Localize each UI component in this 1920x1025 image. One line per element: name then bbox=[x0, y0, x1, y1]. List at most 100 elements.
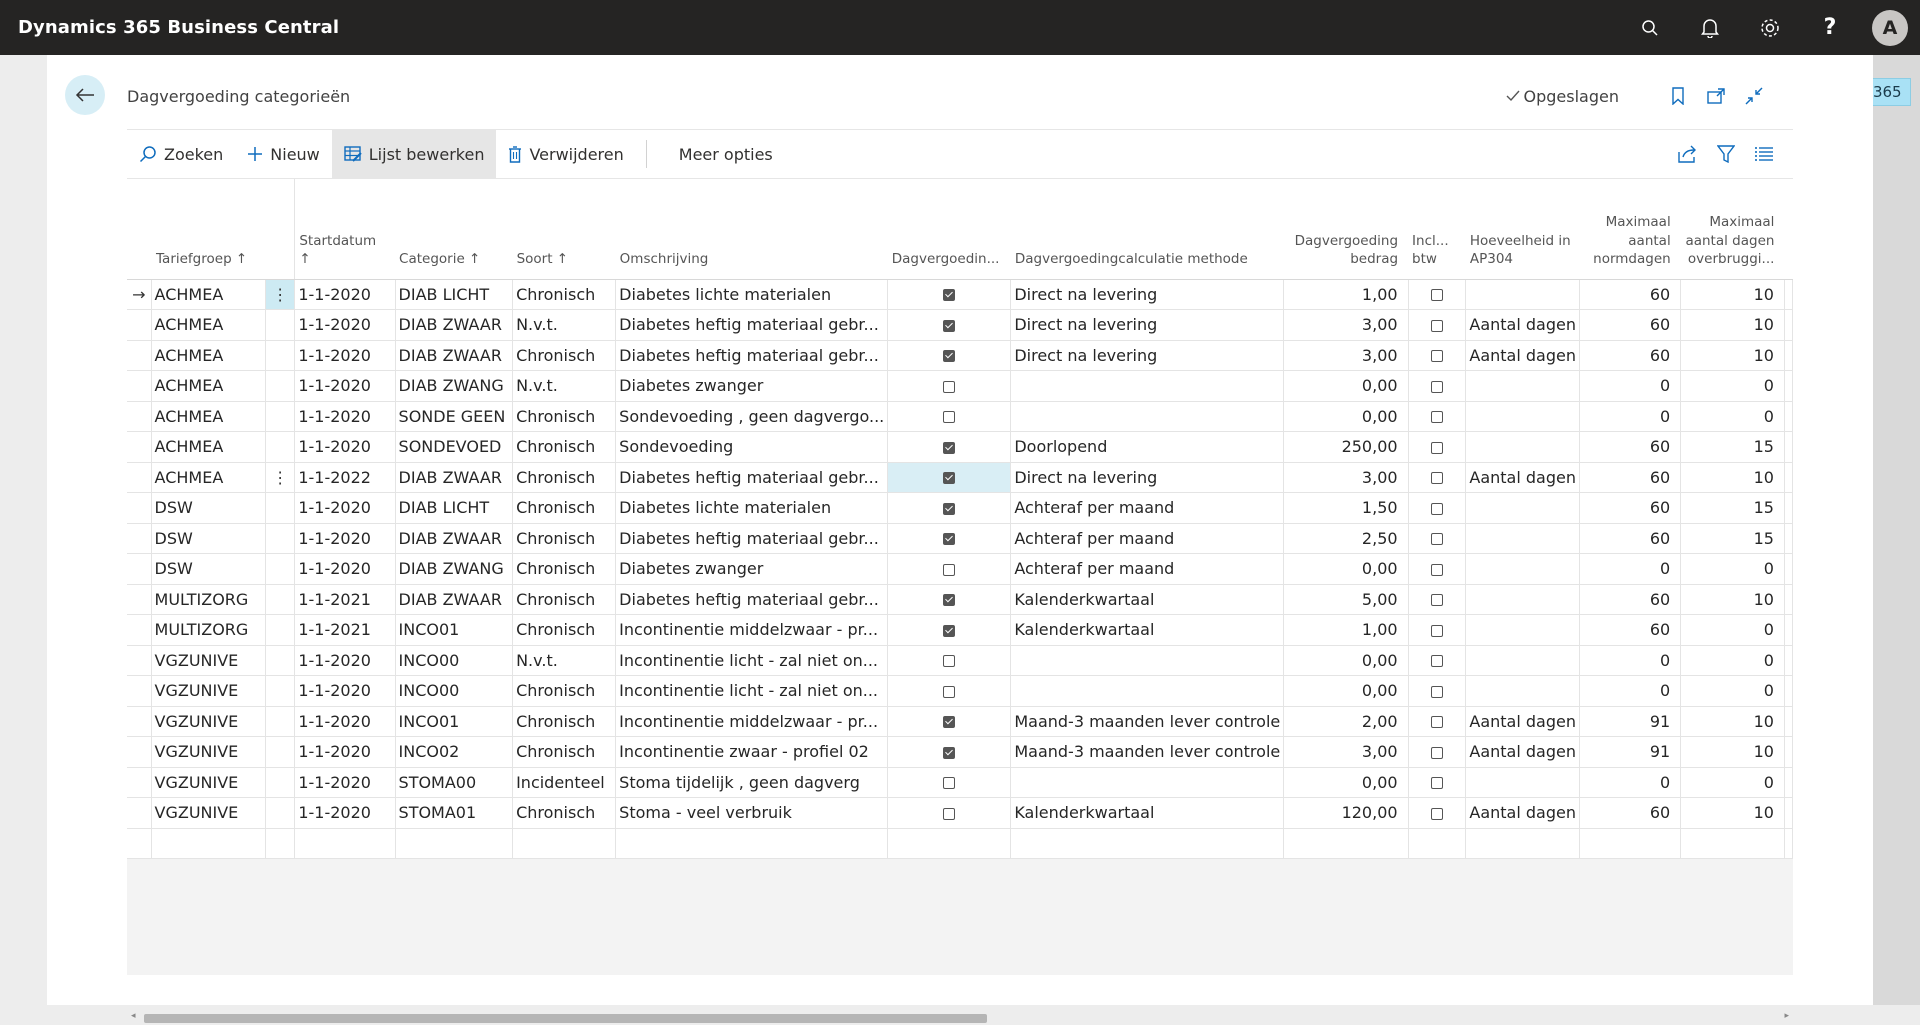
table-row[interactable]: ACHMEA 1-1-2020 DIAB ZWANG N.v.t. Diabetes z… bbox=[127, 370, 1794, 402]
row-actions-menu[interactable] bbox=[265, 797, 296, 829]
checkbox-checked[interactable] bbox=[943, 746, 956, 759]
table-row[interactable]: VGZUNIVE 1-1-2020 INCO00 N.v.t. Incontinenti… bbox=[127, 645, 1794, 676]
cell-tariefgroep[interactable]: VGZUNIVE bbox=[151, 645, 267, 676]
list-view-icon[interactable] bbox=[1745, 130, 1783, 178]
cell-btw[interactable] bbox=[1408, 462, 1467, 493]
app-title[interactable]: Dynamics 365 Business Central bbox=[18, 17, 339, 38]
cell-bedrag[interactable]: 1,00 bbox=[1283, 614, 1409, 646]
cell-btw[interactable] bbox=[1408, 370, 1467, 402]
empty-cell[interactable] bbox=[1579, 828, 1682, 859]
row-actions-menu[interactable] bbox=[265, 706, 296, 737]
delete-button[interactable]: Verwijderen bbox=[496, 130, 635, 178]
cell-bedrag[interactable]: 0,00 bbox=[1283, 553, 1409, 585]
cell-btw[interactable] bbox=[1408, 340, 1467, 371]
cell-omschrijving[interactable]: Sondevoeding , geen dagvergo... bbox=[615, 401, 889, 432]
checkbox-unchecked[interactable] bbox=[1430, 472, 1443, 485]
row-actions-menu[interactable] bbox=[265, 645, 296, 676]
settings-gear-icon[interactable] bbox=[1740, 0, 1800, 55]
cell-tariefgroep[interactable]: ACHMEA bbox=[151, 462, 267, 493]
checkbox-unchecked[interactable] bbox=[1430, 746, 1443, 759]
checkbox-checked[interactable] bbox=[943, 502, 956, 515]
checkbox-checked[interactable] bbox=[943, 594, 956, 607]
filter-icon[interactable] bbox=[1707, 130, 1745, 178]
checkbox-unchecked[interactable] bbox=[1430, 624, 1443, 637]
cell-hoeveelheid[interactable] bbox=[1465, 492, 1580, 524]
cell-omschrijving[interactable]: Stoma - veel verbruik bbox=[615, 797, 889, 829]
cell-tariefgroep[interactable]: ACHMEA bbox=[151, 370, 267, 402]
cell-hoeveelheid[interactable] bbox=[1465, 584, 1580, 615]
cell-soort[interactable]: Chronisch bbox=[512, 492, 617, 524]
cell-overbrugging[interactable]: 0 bbox=[1680, 675, 1785, 707]
cell-normdagen[interactable]: 0 bbox=[1579, 645, 1682, 676]
cell-hoeveelheid[interactable] bbox=[1465, 553, 1580, 585]
cell-overbrugging[interactable]: 0 bbox=[1680, 553, 1785, 585]
scroll-left-arrow-icon[interactable]: ◂ bbox=[131, 1011, 136, 1021]
cell-categorie[interactable]: DIAB ZWAAR bbox=[395, 340, 514, 371]
checkbox-unchecked[interactable] bbox=[943, 685, 956, 698]
cell-normdagen[interactable]: 91 bbox=[1579, 706, 1682, 737]
row-actions-menu[interactable]: ⋮ bbox=[265, 279, 296, 310]
checkbox-unchecked[interactable] bbox=[1430, 411, 1443, 424]
table-row[interactable]: DSW 1-1-2020 DIAB ZWANG Chronisch Diabetes z… bbox=[127, 553, 1794, 585]
cell-categorie[interactable]: SONDE GEEN bbox=[395, 401, 514, 432]
checkbox-unchecked[interactable] bbox=[1430, 777, 1443, 790]
cell-startdatum[interactable]: 1-1-2020 bbox=[294, 675, 396, 707]
cell-methode[interactable] bbox=[1010, 645, 1285, 676]
cell-methode[interactable]: Kalenderkwartaal bbox=[1010, 584, 1285, 615]
cell-methode[interactable]: Direct na levering bbox=[1010, 309, 1285, 341]
new-button[interactable]: Nieuw bbox=[235, 130, 331, 178]
cell-tariefgroep[interactable]: DSW bbox=[151, 523, 267, 554]
row-actions-menu[interactable] bbox=[265, 401, 296, 432]
cell-bedrag[interactable]: 0,00 bbox=[1283, 370, 1409, 402]
cell-startdatum[interactable]: 1-1-2020 bbox=[294, 340, 396, 371]
cell-hoeveelheid[interactable]: Aantal dagen bbox=[1465, 736, 1580, 768]
checkbox-unchecked[interactable] bbox=[943, 655, 956, 668]
cell-tariefgroep[interactable]: ACHMEA bbox=[151, 340, 267, 371]
checkbox-unchecked[interactable] bbox=[1430, 807, 1443, 820]
cell-methode[interactable]: Achteraf per maand bbox=[1010, 553, 1285, 585]
cell-methode[interactable] bbox=[1010, 401, 1285, 432]
cell-categorie[interactable]: INCO02 bbox=[395, 736, 514, 768]
column-header-bedrag[interactable]: Dagvergoeding bedrag bbox=[1283, 179, 1409, 280]
row-actions-menu[interactable] bbox=[265, 553, 296, 585]
cell-soort[interactable]: Chronisch bbox=[512, 340, 617, 371]
cell-btw[interactable] bbox=[1408, 675, 1467, 707]
checkbox-unchecked[interactable] bbox=[1430, 563, 1443, 576]
cell-categorie[interactable]: STOMA00 bbox=[395, 767, 514, 798]
column-header-dagvergoeding[interactable]: Dagvergoedin... bbox=[887, 179, 1011, 280]
cell-normdagen[interactable]: 60 bbox=[1579, 584, 1682, 615]
table-row[interactable]: ACHMEA ⋮ 1-1-2022 DIAB ZWAAR Chronisch Diabet… bbox=[127, 462, 1794, 493]
cell-categorie[interactable]: DIAB ZWAAR bbox=[395, 523, 514, 554]
cell-dagvergoeding[interactable] bbox=[887, 370, 1012, 402]
column-header-normdagen[interactable]: Maximaal aantal normdagen bbox=[1579, 179, 1681, 280]
cell-overbrugging[interactable]: 10 bbox=[1680, 309, 1785, 341]
cell-bedrag[interactable]: 2,50 bbox=[1283, 523, 1409, 554]
cell-normdagen[interactable]: 60 bbox=[1579, 797, 1682, 829]
cell-startdatum[interactable]: 1-1-2020 bbox=[294, 736, 396, 768]
cell-omschrijving[interactable]: Incontinentie licht - zal niet on... bbox=[615, 645, 889, 676]
cell-methode[interactable]: Doorlopend bbox=[1010, 431, 1285, 463]
cell-methode[interactable]: Achteraf per maand bbox=[1010, 492, 1285, 524]
table-row[interactable]: → ACHMEA ⋮ 1-1-2020 DIAB LICHT Chronisch Diabe… bbox=[127, 279, 1794, 310]
empty-cell[interactable] bbox=[615, 828, 889, 859]
row-actions-menu[interactable] bbox=[265, 370, 296, 402]
table-row[interactable]: VGZUNIVE 1-1-2020 STOMA01 Chronisch Stoma - … bbox=[127, 797, 1794, 829]
cell-overbrugging[interactable]: 10 bbox=[1680, 706, 1785, 737]
table-row[interactable]: VGZUNIVE 1-1-2020 STOMA00 Incidenteel Stoma … bbox=[127, 767, 1794, 798]
cell-normdagen[interactable]: 0 bbox=[1579, 553, 1682, 585]
cell-btw[interactable] bbox=[1408, 553, 1467, 585]
cell-overbrugging[interactable]: 10 bbox=[1680, 797, 1785, 829]
cell-btw[interactable] bbox=[1408, 492, 1467, 524]
cell-omschrijving[interactable]: Incontinentie zwaar - profiel 02 bbox=[615, 736, 889, 768]
cell-bedrag[interactable]: 3,00 bbox=[1283, 462, 1409, 493]
cell-overbrugging[interactable]: 10 bbox=[1680, 736, 1785, 768]
checkbox-unchecked[interactable] bbox=[943, 777, 956, 790]
cell-hoeveelheid[interactable] bbox=[1465, 279, 1580, 310]
cell-bedrag[interactable]: 1,50 bbox=[1283, 492, 1409, 524]
cell-btw[interactable] bbox=[1408, 797, 1467, 829]
cell-bedrag[interactable]: 1,00 bbox=[1283, 279, 1409, 310]
scroll-right-arrow-icon[interactable]: ▸ bbox=[1784, 1011, 1789, 1021]
column-header-hoeveelheid[interactable]: Hoeveelheid in AP304 bbox=[1465, 179, 1580, 280]
row-actions-menu[interactable] bbox=[265, 767, 296, 798]
search-icon[interactable] bbox=[1620, 0, 1680, 55]
